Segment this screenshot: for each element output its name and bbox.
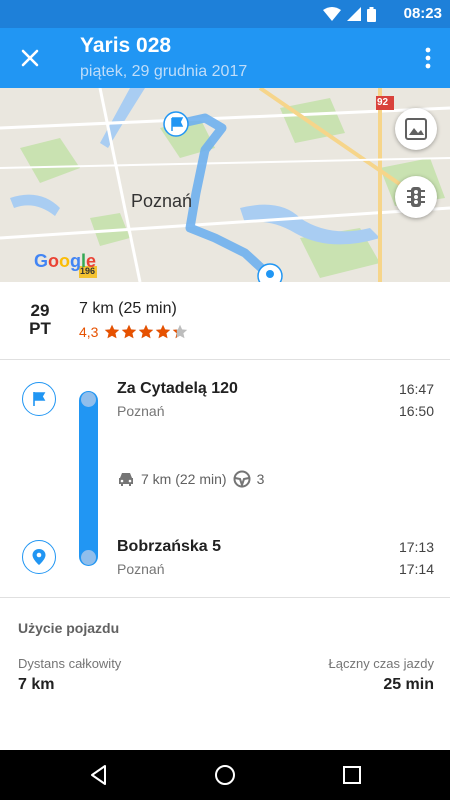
star-icon [139, 324, 154, 339]
car-icon [119, 473, 133, 486]
trip-distance-time: 7 km (25 min) [79, 300, 177, 317]
road-badge-92: 92 [377, 97, 389, 108]
end-city: Poznań [117, 561, 165, 577]
segment-distance-time: 7 km (22 min) [141, 471, 227, 487]
star-icon [122, 324, 137, 339]
usage-title: Użycie pojazdu [18, 620, 120, 636]
map-city-label: Poznań [131, 191, 193, 211]
recents-icon[interactable] [339, 762, 365, 788]
system-nav-bar [0, 750, 450, 800]
signal-icon [347, 7, 361, 21]
start-marker [22, 382, 56, 416]
end-marker [22, 540, 56, 574]
end-time-end: 17:14 [398, 561, 434, 577]
route-details: Za Cytadelą 120 Poznań 16:47 16:50 7 km … [0, 360, 450, 598]
start-address: Za Cytadelą 120 [117, 380, 238, 397]
total-time-label: Łączny czas jazdy [328, 656, 435, 671]
traffic-toggle-button[interactable] [395, 176, 437, 218]
status-time: 08:23 [403, 5, 442, 22]
star-icon [105, 324, 120, 339]
start-city: Poznań [117, 403, 165, 419]
app-bar: Yaris 028 piątek, 29 grudnia 2017 [0, 28, 450, 88]
wifi-icon [323, 7, 341, 21]
page-subtitle: piątek, 29 grudnia 2017 [80, 63, 248, 80]
trip-rating: 4,3 [79, 324, 188, 340]
status-icons [323, 6, 376, 22]
route-map[interactable]: 92 196 Poznań Google [0, 88, 450, 282]
rating-value: 4,3 [79, 324, 99, 340]
route-track [79, 391, 98, 566]
flag-icon [33, 392, 46, 406]
status-bar: 08:23 [0, 0, 450, 28]
end-time-begin: 17:13 [398, 539, 434, 555]
total-time-value: 25 min [383, 676, 434, 693]
steering-wheel-icon [233, 470, 251, 488]
page-title: Yaris 028 [80, 34, 172, 57]
star-icon [156, 324, 171, 339]
traffic-light-icon [407, 187, 425, 207]
back-icon[interactable] [86, 762, 112, 788]
home-icon[interactable] [212, 762, 238, 788]
start-time-end: 16:50 [398, 403, 434, 419]
end-address: Bobrzańska 5 [117, 538, 222, 555]
route-start-dot [81, 392, 96, 407]
steering-count: 3 [256, 471, 265, 487]
trip-segment-info: 7 km (22 min) 3 [117, 470, 264, 488]
photo-view-button[interactable] [395, 108, 437, 150]
trip-summary: 29 PT 7 km (25 min) 4,3 [0, 282, 450, 360]
route-end-dot [81, 550, 96, 565]
trip-date: 29 PT [26, 302, 54, 338]
image-icon [405, 118, 427, 140]
battery-icon [367, 6, 376, 22]
day-abbr: PT [29, 319, 51, 338]
location-pin-icon [32, 549, 46, 565]
star-icon [173, 324, 188, 339]
day-number: 29 [30, 301, 50, 320]
total-distance-label: Dystans całkowity [18, 656, 122, 671]
rating-stars [104, 324, 188, 340]
more-vert-icon[interactable] [416, 44, 440, 72]
total-distance-value: 7 km [18, 676, 55, 693]
start-time-begin: 16:47 [398, 381, 434, 397]
close-icon[interactable] [14, 42, 46, 74]
vehicle-usage-section: Użycie pojazdu Dystans całkowity 7 km Łą… [0, 598, 450, 748]
google-logo: Google [34, 251, 97, 271]
